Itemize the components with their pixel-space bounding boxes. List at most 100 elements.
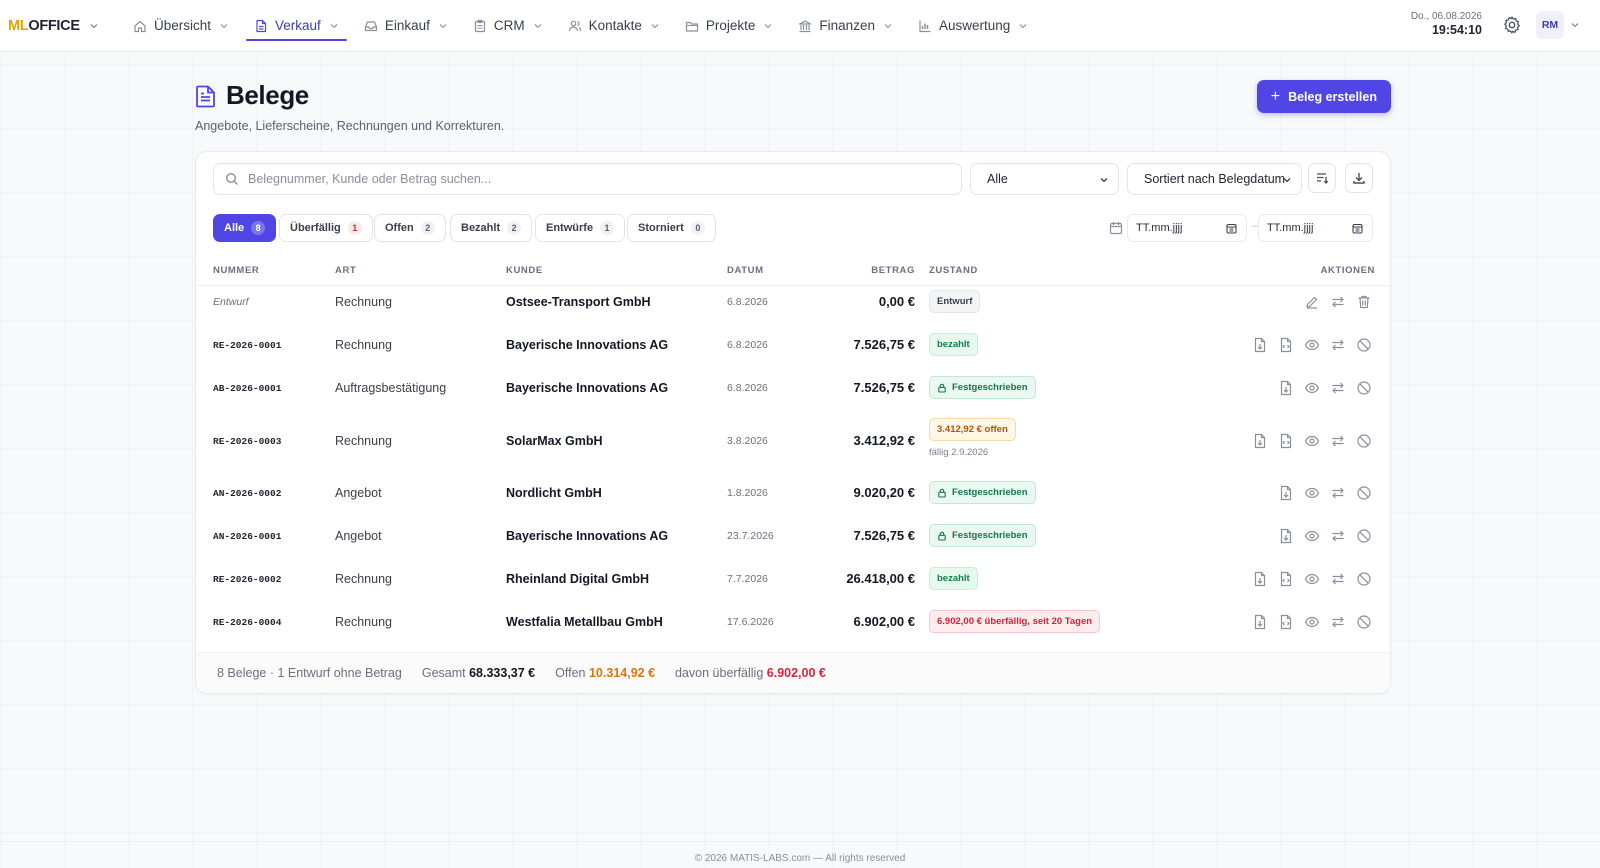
document-number[interactable]: RE-2026-0004 [213,617,281,628]
trash-icon[interactable] [1356,294,1372,310]
pdf-download-icon[interactable] [1252,614,1268,630]
date-to-input[interactable]: TT.mm.jjjj [1258,214,1373,242]
pdf-download-icon[interactable] [1278,485,1294,501]
view-icon[interactable] [1304,337,1320,353]
document-number[interactable]: AN-2026-0001 [213,531,281,542]
customer-name[interactable]: Rheinland Digital GmbH [506,572,649,586]
xml-file-icon[interactable] [1278,433,1294,449]
column-header-art[interactable]: ART [335,265,356,276]
nav-item-finanzen[interactable]: Finanzen [785,0,905,52]
column-header-kunde[interactable]: KUNDE [506,265,543,276]
view-icon[interactable] [1304,380,1320,396]
view-icon[interactable] [1304,614,1320,630]
status-select[interactable]: Alle [970,163,1119,195]
filter-chip-bezahlt[interactable]: Bezahlt 2 [450,214,533,242]
table-row[interactable]: RE-2026-0003 Rechnung SolarMax GmbH 3.8.202… [196,418,1390,461]
search-input[interactable] [248,172,928,186]
pdf-download-icon[interactable] [1252,433,1268,449]
view-icon[interactable] [1304,528,1320,544]
view-icon[interactable] [1304,433,1320,449]
document-number[interactable]: AN-2026-0002 [213,488,281,499]
customer-name[interactable]: Bayerische Innovations AG [506,529,668,543]
table-row[interactable]: RE-2026-0004 Rechnung Westfalia Metallbau … [196,602,1390,642]
convert-icon[interactable] [1330,528,1346,544]
column-header-aktionen[interactable]: AKTIONEN [1321,265,1375,276]
cancel-icon[interactable] [1356,433,1372,449]
pdf-download-icon[interactable] [1252,571,1268,587]
document-number[interactable]: Entwurf [213,296,249,308]
convert-icon[interactable] [1330,433,1346,449]
filter-chip-offen[interactable]: Offen 2 [374,214,446,242]
convert-icon[interactable] [1330,380,1346,396]
view-icon[interactable] [1304,485,1320,501]
customer-name[interactable]: Bayerische Innovations AG [506,381,668,395]
column-header-nummer[interactable]: NUMMER [213,265,259,276]
sort-direction-button[interactable] [1308,163,1336,193]
customer-name[interactable]: Bayerische Innovations AG [506,338,668,352]
export-button[interactable] [1345,163,1373,193]
calendar-icon [1109,222,1123,235]
view-icon[interactable] [1304,571,1320,587]
nav-item-einkauf[interactable]: Einkauf [351,0,460,52]
nav-item-übersicht[interactable]: Übersicht [120,0,241,52]
status-badge-label: 3.412,92 € offen [937,424,1008,435]
pdf-download-icon[interactable] [1278,380,1294,396]
document-number[interactable]: RE-2026-0002 [213,574,281,585]
gear-icon[interactable] [1502,15,1522,35]
home-icon [134,20,146,32]
cancel-icon[interactable] [1356,571,1372,587]
sort-select[interactable]: Sortiert nach Belegdatum [1127,163,1302,195]
calendar-icon[interactable] [1226,223,1237,234]
customer-name[interactable]: Ostsee-Transport GmbH [506,295,650,309]
app-logo[interactable]: ML OFFICE [8,18,120,34]
convert-icon[interactable] [1330,571,1346,587]
customer-name[interactable]: Nordlicht GmbH [506,486,602,500]
filter-chip-überfällig[interactable]: Überfällig 1 [279,214,373,242]
convert-icon[interactable] [1330,485,1346,501]
create-document-button[interactable]: + Beleg erstellen [1256,80,1391,113]
table-row[interactable]: AB-2026-0001 Auftragsbestätigung Bayerisch… [196,368,1390,408]
pdf-download-icon[interactable] [1278,528,1294,544]
table-row[interactable]: Entwurf Rechnung Ostsee-Transport GmbH 6.8.… [196,282,1390,322]
document-number[interactable]: RE-2026-0003 [213,436,281,447]
nav-item-projekte[interactable]: Projekte [672,0,786,52]
calendar-icon[interactable] [1352,223,1363,234]
column-header-betrag[interactable]: BETRAG [871,265,915,276]
cancel-icon[interactable] [1356,380,1372,396]
cancel-icon[interactable] [1356,485,1372,501]
nav-item-crm[interactable]: CRM [460,0,555,52]
xml-file-icon[interactable] [1278,337,1294,353]
table-row[interactable]: RE-2026-0001 Rechnung Bayerische Innovatio… [196,325,1390,365]
user-avatar[interactable]: RM [1536,11,1564,39]
table-row[interactable]: AN-2026-0002 Angebot Nordlicht GmbH 1.8.202… [196,473,1390,513]
filter-chip-count: 2 [507,221,522,235]
cancel-icon[interactable] [1356,337,1372,353]
nav-item-auswertung[interactable]: Auswertung [905,0,1040,52]
xml-file-icon[interactable] [1278,571,1294,587]
pdf-download-icon[interactable] [1252,337,1268,353]
edit-icon[interactable] [1304,294,1320,310]
document-number[interactable]: AB-2026-0001 [213,383,281,394]
date-from-input[interactable]: TT.mm.jjjj [1127,214,1247,242]
convert-icon[interactable] [1330,337,1346,353]
document-number[interactable]: RE-2026-0001 [213,340,281,351]
column-header-datum[interactable]: DATUM [727,265,764,276]
convert-icon[interactable] [1330,294,1346,310]
column-header-zustand[interactable]: ZUSTAND [929,265,978,276]
table-row[interactable]: AN-2026-0001 Angebot Bayerische Innovation… [196,516,1390,556]
cancel-icon[interactable] [1356,528,1372,544]
xml-file-icon[interactable] [1278,614,1294,630]
current-time: 19:54:10 [1431,22,1482,37]
filter-chip-alle[interactable]: Alle 8 [213,214,277,242]
convert-icon[interactable] [1330,614,1346,630]
filter-chip-storniert[interactable]: Storniert 0 [627,214,716,242]
filter-chip-entwürfe[interactable]: Entwürfe 1 [535,214,626,242]
customer-name[interactable]: Westfalia Metallbau GmbH [506,615,663,629]
nav-item-kontakte[interactable]: Kontakte [555,0,672,52]
cancel-icon[interactable] [1356,614,1372,630]
table-row[interactable]: RE-2026-0002 Rechnung Rheinland Digital Gm… [196,559,1390,599]
chevron-down-icon[interactable] [1570,20,1580,30]
customer-name[interactable]: SolarMax GmbH [506,434,603,448]
nav-item-verkauf[interactable]: Verkauf [241,0,351,52]
search-box[interactable] [213,163,962,195]
